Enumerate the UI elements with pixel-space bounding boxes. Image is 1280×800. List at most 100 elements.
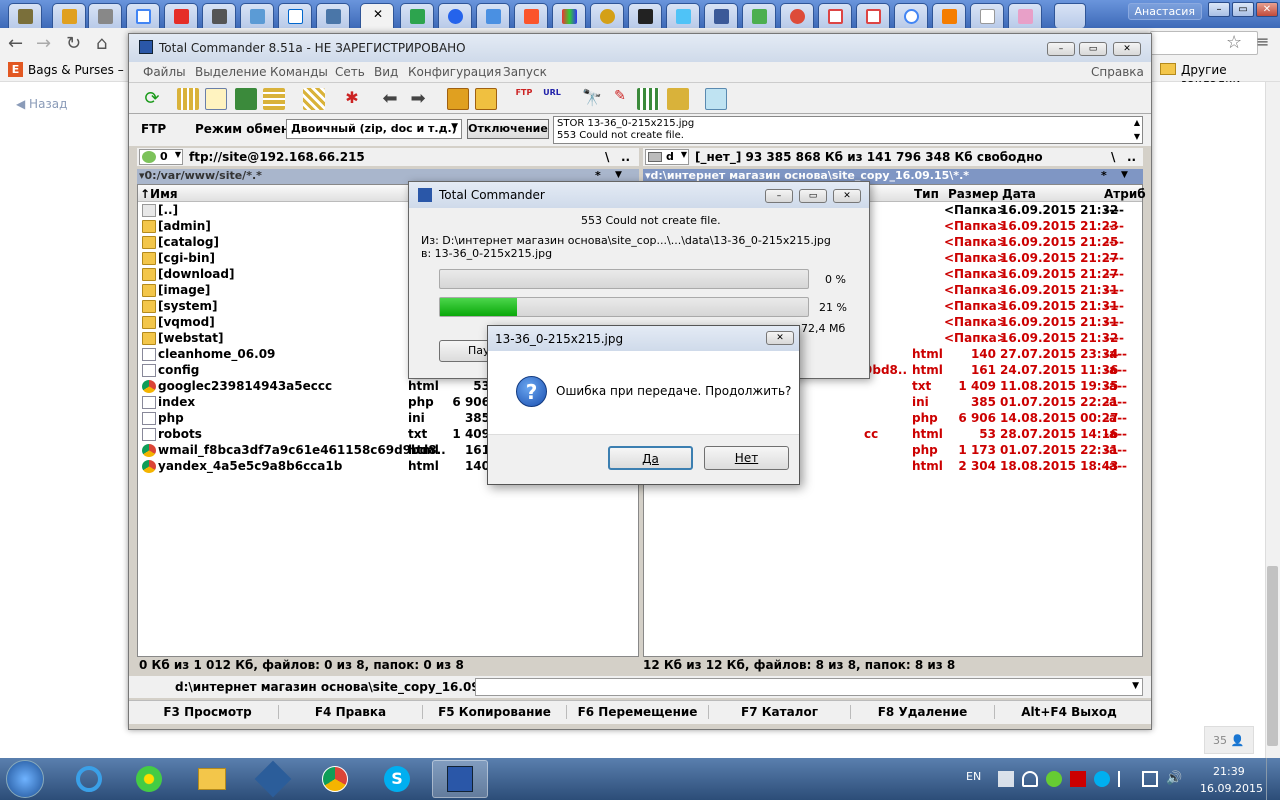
volume-icon[interactable]: 🔊 [1166, 771, 1182, 787]
ftp-connect-icon[interactable]: FTP [513, 88, 535, 110]
scroll-up-icon[interactable]: ▲ [1134, 117, 1140, 129]
browser-tab[interactable] [780, 3, 814, 28]
browser-tab[interactable] [400, 3, 434, 28]
url-connect-icon[interactable]: URL [541, 88, 563, 110]
right-up-button[interactable]: .. [1127, 150, 1136, 164]
menu-commands[interactable]: Команды [270, 65, 328, 79]
browser-tab[interactable] [52, 3, 86, 28]
chevron-down-icon[interactable]: ▼ [1132, 681, 1139, 691]
browser-tab[interactable] [590, 3, 624, 28]
dialog-close-button[interactable]: ✕ [766, 331, 794, 345]
chevron-down-icon[interactable]: ▼ [1121, 170, 1128, 180]
back-icon[interactable]: ⬅ [379, 88, 401, 110]
profile-name[interactable]: Анастасия [1127, 3, 1202, 20]
clock-date[interactable]: 16.09.2015 [1200, 782, 1263, 795]
command-input[interactable]: ▼ [475, 678, 1143, 696]
browser-tab[interactable] [628, 3, 662, 28]
select-icon[interactable]: ✱ [341, 88, 363, 110]
browser-tab[interactable] [278, 3, 312, 28]
taskbar-skype[interactable]: S [370, 760, 426, 798]
dialog-close-button[interactable]: ✕ [833, 189, 861, 203]
browser-tab[interactable] [164, 3, 198, 28]
f6-move-button[interactable]: F6 Перемещение [567, 705, 709, 719]
reload-icon[interactable]: ↻ [66, 33, 81, 54]
exit-button[interactable]: Alt+F4 Выход [995, 705, 1143, 719]
menu-network[interactable]: Сеть [335, 65, 365, 79]
menu-selection[interactable]: Выделение [195, 65, 266, 79]
taskbar-chrome[interactable] [308, 760, 364, 798]
browser-tab[interactable] [970, 3, 1004, 28]
clock-time[interactable]: 21:39 [1213, 765, 1245, 778]
col-size[interactable]: Размер [948, 187, 998, 201]
tc-maximize-button[interactable]: ▭ [1079, 42, 1107, 56]
start-button[interactable] [6, 760, 44, 798]
browser-tab-active[interactable]: ✕ [360, 3, 394, 28]
windows-flag-icon[interactable] [998, 771, 1014, 787]
close-button[interactable]: ✕ [1256, 2, 1278, 17]
col-attr[interactable]: Атриб [1104, 187, 1146, 201]
taskbar-explorer[interactable] [184, 760, 240, 798]
browser-tab[interactable] [818, 3, 852, 28]
browser-tab[interactable] [894, 3, 928, 28]
browser-tab[interactable] [202, 3, 236, 28]
left-up-button[interactable]: .. [621, 150, 630, 164]
browser-tab[interactable] [438, 3, 472, 28]
browser-tab[interactable] [1008, 3, 1042, 28]
dialog-minimize-button[interactable]: – [765, 189, 793, 203]
disconnect-button[interactable]: Отключение [467, 119, 549, 139]
network-icon[interactable] [1142, 771, 1158, 787]
pack-icon[interactable] [447, 88, 469, 110]
browser-tab[interactable] [316, 3, 350, 28]
col-name[interactable]: ↑Имя [140, 187, 178, 201]
notepad-icon[interactable] [705, 88, 727, 110]
scrollbar-thumb[interactable] [1267, 566, 1278, 746]
f4-edit-button[interactable]: F4 Правка [279, 705, 423, 719]
taskbar-ie[interactable] [62, 760, 118, 798]
maximize-button[interactable]: ▭ [1232, 2, 1254, 17]
minimize-button[interactable]: – [1208, 2, 1230, 17]
multi-rename-icon[interactable]: ✎ [609, 88, 631, 110]
close-icon[interactable]: ✕ [373, 7, 383, 21]
col-date[interactable]: Дата [1002, 187, 1036, 201]
refresh-icon[interactable]: ⟳ [141, 88, 163, 110]
thumbnail-view-icon[interactable] [235, 88, 257, 110]
forward-arrow-icon[interactable]: → [36, 33, 51, 54]
chevron-down-icon[interactable]: ▼ [615, 170, 622, 180]
menu-files[interactable]: Файлы [143, 65, 186, 79]
browser-tab[interactable] [856, 3, 890, 28]
taskbar-icq[interactable] [122, 760, 178, 798]
right-root-button[interactable]: \ [1111, 150, 1115, 164]
unpack-icon[interactable] [475, 88, 497, 110]
back-link[interactable]: ◀ Назад [16, 97, 67, 111]
browser-tab[interactable] [126, 3, 160, 28]
no-button[interactable]: Нет [704, 446, 789, 470]
ftp-log[interactable]: STOR 13-36_0-215x215.jpg 553 Could not c… [553, 116, 1143, 144]
tc-close-button[interactable]: ✕ [1113, 42, 1141, 56]
counter-widget[interactable]: 35 👤 [1204, 726, 1254, 754]
tc-minimize-button[interactable]: – [1047, 42, 1075, 56]
browser-tab[interactable] [476, 3, 510, 28]
browser-tab[interactable] [514, 3, 548, 28]
browser-tab[interactable] [932, 3, 966, 28]
right-filter[interactable]: * [1101, 169, 1107, 182]
f3-view-button[interactable]: F3 Просмотр [137, 705, 279, 719]
scroll-down-icon[interactable]: ▼ [1134, 131, 1140, 143]
bell-icon[interactable] [1022, 771, 1038, 787]
skype-tray-icon[interactable] [1094, 771, 1110, 787]
star-icon[interactable]: ☆ [1226, 32, 1242, 53]
copy-names-icon[interactable] [667, 88, 689, 110]
bookmark-bags[interactable]: Bags & Purses – Ha [28, 63, 144, 77]
f5-copy-button[interactable]: F5 Копирование [423, 705, 567, 719]
browser-tab[interactable] [552, 3, 586, 28]
forward-icon[interactable]: ➡ [407, 88, 429, 110]
taskbar-virtualbox[interactable] [246, 760, 302, 798]
tree-view-icon[interactable] [263, 88, 285, 110]
browser-tab[interactable] [704, 3, 738, 28]
right-drive-select[interactable]: d ▼ [645, 149, 689, 165]
new-tab-button[interactable] [1054, 3, 1086, 28]
brief-view-icon[interactable] [177, 88, 199, 110]
full-view-icon[interactable] [205, 88, 227, 110]
browser-tab[interactable] [742, 3, 776, 28]
back-arrow-icon[interactable]: ← [8, 33, 23, 54]
f8-delete-button[interactable]: F8 Удаление [851, 705, 995, 719]
